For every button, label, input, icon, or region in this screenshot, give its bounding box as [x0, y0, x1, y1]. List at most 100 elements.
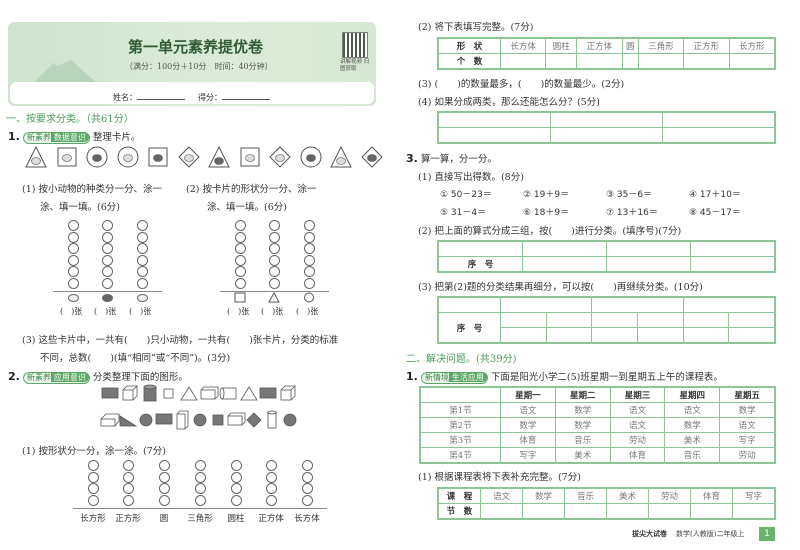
- bubble[interactable]: [88, 460, 99, 471]
- answer-cell[interactable]: [636, 312, 684, 328]
- bubble[interactable]: [266, 483, 277, 494]
- bubble[interactable]: [231, 460, 242, 471]
- answer-cell[interactable]: [606, 241, 691, 257]
- count-cell[interactable]: [564, 503, 607, 519]
- count-cell[interactable]: [621, 53, 639, 69]
- bubble[interactable]: [269, 266, 280, 277]
- bubble[interactable]: [269, 243, 280, 254]
- bubble[interactable]: [266, 460, 277, 471]
- bubble[interactable]: [159, 483, 170, 494]
- count-cell[interactable]: [683, 53, 730, 69]
- bubble[interactable]: [102, 254, 113, 266]
- bubble[interactable]: [269, 231, 280, 243]
- answer-cell[interactable]: [550, 112, 663, 128]
- count-blank[interactable]: ( )张: [261, 306, 283, 317]
- answer-cell[interactable]: [682, 327, 730, 343]
- bubble[interactable]: [137, 231, 148, 243]
- answer-cell[interactable]: [522, 241, 607, 257]
- bubble[interactable]: [68, 254, 79, 266]
- answer-cell[interactable]: [500, 312, 547, 328]
- answer-cell[interactable]: [591, 312, 638, 328]
- score-field[interactable]: 得分：: [198, 92, 270, 103]
- bubble[interactable]: [123, 471, 134, 483]
- bubble[interactable]: [159, 494, 170, 506]
- bubble[interactable]: [231, 494, 242, 506]
- bubble[interactable]: [269, 220, 280, 231]
- bubble[interactable]: [304, 254, 315, 266]
- bubble[interactable]: [304, 266, 315, 277]
- answer-cell[interactable]: [522, 256, 607, 272]
- count-cell[interactable]: [728, 53, 776, 69]
- bubble[interactable]: [302, 471, 313, 483]
- bubble[interactable]: [195, 471, 206, 483]
- bubble[interactable]: [159, 471, 170, 483]
- bubble[interactable]: [195, 460, 206, 471]
- bubble[interactable]: [102, 277, 113, 289]
- bubble[interactable]: [195, 494, 206, 506]
- bubble[interactable]: [266, 471, 277, 483]
- bubble[interactable]: [235, 277, 246, 289]
- count-cell[interactable]: [690, 503, 733, 519]
- bubble[interactable]: [68, 243, 79, 254]
- bubble[interactable]: [123, 494, 134, 506]
- bubble[interactable]: [137, 220, 148, 231]
- count-cell[interactable]: [576, 53, 623, 69]
- bubble[interactable]: [137, 277, 148, 289]
- bubble[interactable]: [304, 231, 315, 243]
- bubble[interactable]: [269, 254, 280, 266]
- bubble[interactable]: [304, 243, 315, 254]
- bubble[interactable]: [159, 460, 170, 471]
- answer-cell[interactable]: [550, 127, 663, 143]
- count-cell[interactable]: [732, 503, 775, 519]
- count-blank[interactable]: ( )张: [94, 306, 116, 317]
- count-blank[interactable]: ( )张: [296, 306, 318, 317]
- answer-cell[interactable]: [690, 241, 775, 257]
- bubble[interactable]: [137, 266, 148, 277]
- bubble[interactable]: [235, 266, 246, 277]
- count-cell[interactable]: [648, 503, 691, 519]
- name-field[interactable]: 姓名：: [113, 92, 185, 103]
- answer-cell[interactable]: [636, 327, 684, 343]
- bubble[interactable]: [102, 266, 113, 277]
- answer-cell[interactable]: [690, 256, 775, 272]
- count-blank[interactable]: ( )张: [227, 306, 249, 317]
- answer-cell[interactable]: [545, 327, 593, 343]
- bubble[interactable]: [68, 220, 79, 231]
- count-blank[interactable]: ( )张: [129, 306, 151, 317]
- bubble[interactable]: [266, 494, 277, 506]
- answer-cell[interactable]: [500, 327, 547, 343]
- answer-cell[interactable]: [728, 312, 775, 328]
- bubble[interactable]: [123, 483, 134, 494]
- count-cell[interactable]: [480, 503, 523, 519]
- answer-cell[interactable]: [662, 127, 775, 143]
- answer-cell[interactable]: [545, 312, 593, 328]
- count-cell[interactable]: [545, 53, 578, 69]
- bubble[interactable]: [235, 231, 246, 243]
- bubble[interactable]: [102, 231, 113, 243]
- bubble[interactable]: [195, 483, 206, 494]
- bubble[interactable]: [302, 460, 313, 471]
- count-cell[interactable]: [606, 503, 649, 519]
- answer-cell[interactable]: [499, 297, 593, 313]
- answer-cell[interactable]: [438, 127, 551, 143]
- bubble[interactable]: [231, 471, 242, 483]
- count-cell[interactable]: [637, 53, 685, 69]
- count-cell[interactable]: [522, 503, 565, 519]
- bubble[interactable]: [102, 243, 113, 254]
- bubble[interactable]: [269, 277, 280, 289]
- bubble[interactable]: [302, 494, 313, 506]
- bubble[interactable]: [304, 277, 315, 289]
- answer-cell[interactable]: [591, 327, 638, 343]
- answer-cell[interactable]: [591, 297, 684, 313]
- answer-cell[interactable]: [682, 297, 776, 313]
- bubble[interactable]: [68, 277, 79, 289]
- bubble[interactable]: [123, 460, 134, 471]
- bubble[interactable]: [231, 483, 242, 494]
- answer-cell[interactable]: [728, 327, 775, 343]
- bubble[interactable]: [304, 220, 315, 231]
- bubble[interactable]: [235, 243, 246, 254]
- bubble[interactable]: [137, 254, 148, 266]
- bubble[interactable]: [235, 254, 246, 266]
- bubble[interactable]: [102, 220, 113, 231]
- bubble[interactable]: [235, 220, 246, 231]
